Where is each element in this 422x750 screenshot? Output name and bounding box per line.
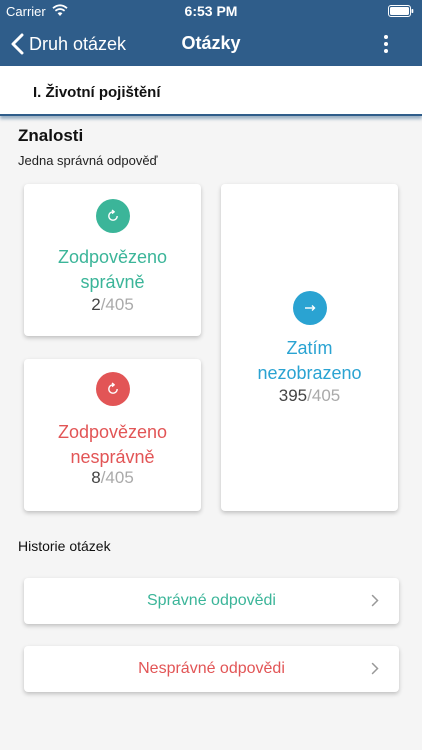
not-yet-shown-label-line2: nezobrazeno [257,363,362,383]
answered-incorrectly-label-line1: Zodpovězeno [57,422,168,442]
incorrect-answers-label: Nesprávné odpovědi [138,660,285,677]
clock: 6:53 PM [184,3,238,19]
correct-count-total: /405 [100,295,134,314]
not-yet-shown-card[interactable]: Zatím nezobrazeno 395/405 [221,184,398,511]
answered-incorrectly-label: Zodpovězeno nesprávně [24,420,201,470]
answered-correctly-label-line2: správně [80,272,145,292]
category-header: I. Životní pojištění [0,66,422,116]
refresh-icon [107,209,118,221]
back-button[interactable]: Druh otázek [10,30,126,58]
not-yet-shown-label: Zatím nezobrazeno [221,336,398,386]
answered-incorrectly-card[interactable]: Zodpovězeno nesprávně 8/405 [24,359,201,511]
battery-icon [388,5,414,17]
category-title: I. Životní pojištění [33,84,161,101]
chevron-right-icon [371,594,379,607]
answered-correctly-label: Zodpovězeno správně [24,245,201,295]
answered-correctly-count: 2/405 [24,295,201,315]
answered-correctly-label-line1: Zodpovězeno [57,247,168,267]
answered-incorrectly-label-line2: nesprávně [70,447,155,467]
navigation-bar: Druh otázek Otázky [0,22,422,66]
chevron-right-icon [371,662,379,675]
more-vertical-icon[interactable] [376,33,396,55]
unseen-count-total: /405 [307,386,341,405]
wrong-status-circle [95,372,130,406]
status-bar: Carrier 6:53 PM [0,0,422,22]
answered-incorrectly-count: 8/405 [24,468,201,488]
unseen-status-circle [292,291,327,325]
history-title: Historie otázek [18,538,111,554]
answered-correctly-card[interactable]: Zodpovězeno správně 2/405 [24,184,201,336]
section-subtitle: Jedna správná odpověď [18,153,158,168]
not-yet-shown-count: 395/405 [221,386,398,406]
section-title: Znalosti [18,126,84,145]
unseen-count-value: 395 [278,386,308,405]
arrow-right-icon [304,305,315,311]
correct-answers-label: Správné odpovědi [147,592,276,609]
incorrect-answers-button[interactable]: Nesprávné odpovědi [24,646,399,692]
back-button-label: Druh otázek [29,33,127,54]
not-yet-shown-label-line1: Zatím [286,338,333,358]
questions-screen: Carrier 6:53 PM Druh otázek Otázky I. Ži… [0,0,422,750]
correct-answers-button[interactable]: Správné odpovědi [24,578,399,624]
refresh-icon [107,382,118,394]
correct-status-circle [95,199,130,233]
wrong-count-value: 8 [91,468,101,487]
chevron-left-icon [11,33,24,55]
wrong-count-total: /405 [100,468,134,487]
correct-count-value: 2 [91,295,101,314]
